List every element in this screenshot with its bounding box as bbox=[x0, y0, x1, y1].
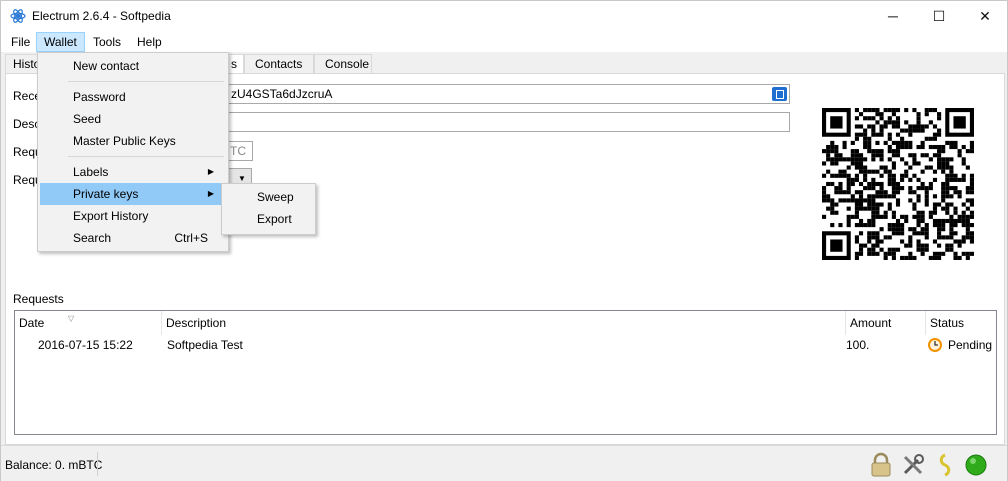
submenu-arrow-icon: ▶ bbox=[207, 167, 214, 176]
menu-wallet[interactable]: Wallet bbox=[36, 32, 85, 52]
search-shortcut: Ctrl+S bbox=[174, 231, 208, 245]
status-separator bbox=[97, 452, 98, 476]
menu-separator bbox=[68, 156, 224, 157]
menu-item-new-contact[interactable]: New contact bbox=[40, 55, 226, 77]
menu-help[interactable]: Help bbox=[130, 32, 169, 52]
menu-item-private-keys[interactable]: Private keys ▶ bbox=[40, 183, 226, 205]
close-button[interactable]: ✕ bbox=[962, 1, 1008, 31]
amount-unit[interactable]: TC bbox=[226, 141, 253, 161]
description-field[interactable] bbox=[226, 112, 790, 132]
pending-clock-icon bbox=[928, 338, 942, 352]
minimize-button[interactable]: ─ bbox=[870, 1, 916, 31]
preferences-icon[interactable] bbox=[900, 452, 926, 478]
sort-chevron-icon: ▽ bbox=[68, 314, 75, 323]
copy-icon[interactable] bbox=[772, 87, 787, 101]
menu-item-export[interactable]: Export bbox=[224, 208, 313, 230]
submenu-arrow-icon: ▶ bbox=[207, 189, 214, 198]
requests-label: Requests bbox=[13, 292, 64, 306]
window-title: Electrum 2.6.4 - Softpedia bbox=[32, 9, 171, 23]
tab-contacts[interactable]: Contacts bbox=[244, 54, 314, 74]
menu-item-export-history[interactable]: Export History bbox=[40, 205, 226, 227]
column-header-date[interactable]: Date ▽ bbox=[15, 311, 162, 335]
row-amount: 100. bbox=[846, 338, 870, 352]
menu-item-labels[interactable]: Labels ▶ bbox=[40, 161, 226, 183]
menu-item-master-public-keys[interactable]: Master Public Keys bbox=[40, 130, 226, 152]
menu-item-sweep[interactable]: Sweep bbox=[224, 186, 313, 208]
title-bar: Electrum 2.6.4 - Softpedia ─ ☐ ✕ bbox=[1, 1, 1007, 31]
menu-bar: File Wallet Tools Help bbox=[1, 31, 1007, 52]
column-header-amount[interactable]: Amount bbox=[846, 311, 926, 335]
row-description: Softpedia Test bbox=[167, 338, 243, 352]
tab-console[interactable]: Console bbox=[314, 54, 372, 74]
seed-icon[interactable] bbox=[932, 452, 958, 478]
app-window: Electrum 2.6.4 - Softpedia ─ ☐ ✕ File Wa… bbox=[0, 0, 1008, 481]
private-keys-submenu: Sweep Export bbox=[221, 183, 316, 235]
menu-item-seed[interactable]: Seed bbox=[40, 108, 226, 130]
column-header-status[interactable]: Status bbox=[926, 311, 996, 335]
requests-table: Date ▽ Description Amount Status 2016-07… bbox=[14, 310, 997, 435]
electrum-logo-icon bbox=[10, 9, 26, 23]
receive-address-field[interactable]: zU4GSTa6dJzcruA bbox=[226, 84, 790, 104]
wallet-menu: New contact Password Seed Master Public … bbox=[37, 52, 229, 252]
row-status: Pending bbox=[948, 338, 993, 352]
network-status-icon[interactable] bbox=[963, 452, 989, 478]
amount-unit-text: TC bbox=[230, 144, 246, 158]
lock-icon[interactable] bbox=[868, 452, 894, 478]
menu-item-password[interactable]: Password bbox=[40, 86, 226, 108]
qr-code bbox=[822, 108, 974, 260]
maximize-button[interactable]: ☐ bbox=[916, 1, 962, 31]
menu-separator bbox=[68, 81, 224, 82]
column-header-description[interactable]: Description bbox=[162, 311, 846, 335]
menu-file[interactable]: File bbox=[4, 32, 37, 52]
status-bar: Balance: 0. mBTC bbox=[1, 445, 1007, 481]
receive-address-value: zU4GSTa6dJzcruA bbox=[231, 87, 333, 101]
menu-tools[interactable]: Tools bbox=[86, 32, 128, 52]
balance-text: Balance: 0. mBTC bbox=[5, 458, 103, 472]
tab-history[interactable]: Histo bbox=[5, 54, 41, 74]
row-date: 2016-07-15 15:22 bbox=[38, 338, 133, 352]
menu-item-search[interactable]: Search Ctrl+S bbox=[40, 227, 226, 249]
